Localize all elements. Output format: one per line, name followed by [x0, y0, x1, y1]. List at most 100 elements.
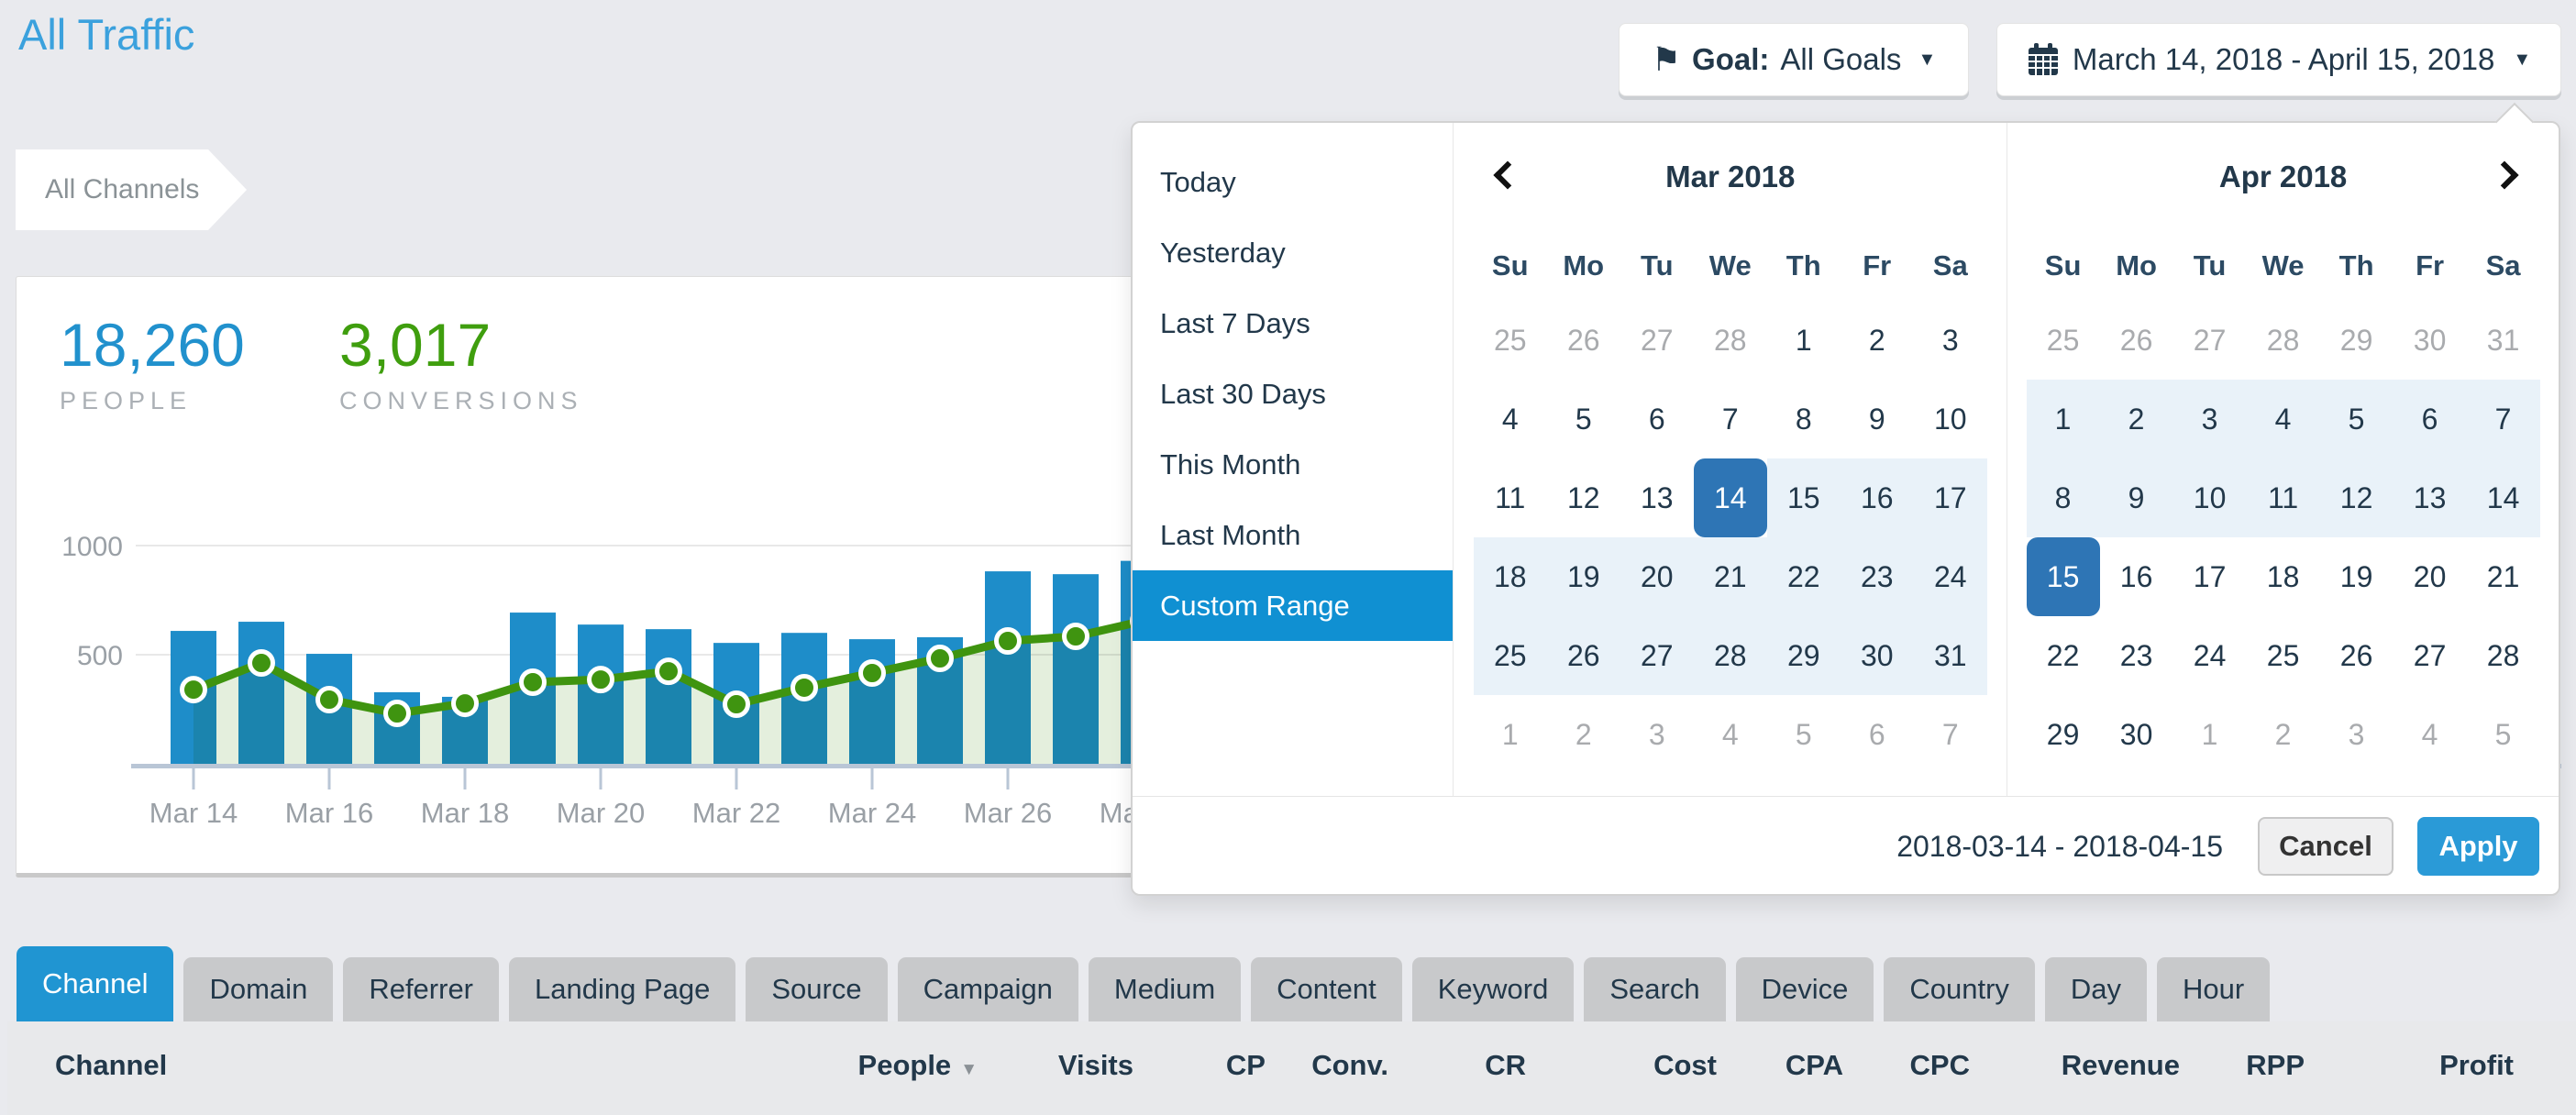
day-cell[interactable]: 13	[2394, 458, 2467, 537]
day-cell[interactable]: 7	[1914, 695, 1987, 774]
tab-source[interactable]: Source	[746, 957, 887, 1021]
day-cell[interactable]: 28	[2467, 616, 2540, 695]
day-cell[interactable]: 1	[2173, 695, 2247, 774]
day-cell[interactable]: 5	[2467, 695, 2540, 774]
day-cell[interactable]: 1	[2027, 380, 2100, 458]
day-cell[interactable]: 2	[1841, 301, 1914, 380]
day-cell[interactable]: 3	[2173, 380, 2247, 458]
day-cell[interactable]: 9	[2100, 458, 2173, 537]
day-cell[interactable]: 5	[2320, 380, 2394, 458]
day-cell[interactable]: 31	[1914, 616, 1987, 695]
tab-landing-page[interactable]: Landing Page	[509, 957, 735, 1021]
day-cell[interactable]: 28	[1694, 616, 1767, 695]
day-cell[interactable]: 21	[2467, 537, 2540, 616]
day-cell[interactable]: 11	[1474, 458, 1547, 537]
day-cell[interactable]: 11	[2247, 458, 2320, 537]
day-cell[interactable]: 7	[2467, 380, 2540, 458]
day-cell[interactable]: 1	[1474, 695, 1547, 774]
day-cell[interactable]: 3	[1620, 695, 1694, 774]
day-cell[interactable]: 30	[2394, 301, 2467, 380]
day-cell[interactable]: 26	[1547, 301, 1620, 380]
tab-device[interactable]: Device	[1736, 957, 1874, 1021]
preset-this-month[interactable]: This Month	[1133, 429, 1453, 500]
tab-campaign[interactable]: Campaign	[898, 957, 1078, 1021]
day-cell[interactable]: 24	[2173, 616, 2247, 695]
day-cell[interactable]: 27	[2173, 301, 2247, 380]
day-cell[interactable]: 29	[2320, 301, 2394, 380]
tab-channel[interactable]: Channel	[17, 946, 173, 1021]
preset-today[interactable]: Today	[1133, 147, 1453, 217]
day-cell[interactable]: 20	[2394, 537, 2467, 616]
day-cell[interactable]: 29	[2027, 695, 2100, 774]
day-cell[interactable]: 14	[1694, 458, 1767, 537]
goal-selector-button[interactable]: ⚑ Goal: All Goals ▼	[1619, 23, 1969, 96]
column-header-cpa[interactable]: CPA	[1786, 1049, 1843, 1082]
day-cell[interactable]: 8	[1767, 380, 1841, 458]
column-header-cr[interactable]: CR	[1485, 1049, 1526, 1082]
day-cell[interactable]: 18	[2247, 537, 2320, 616]
day-cell[interactable]: 4	[1474, 380, 1547, 458]
day-cell[interactable]: 4	[1694, 695, 1767, 774]
day-cell[interactable]: 20	[1620, 537, 1694, 616]
day-cell[interactable]: 17	[2173, 537, 2247, 616]
next-month-icon[interactable]	[2490, 160, 2518, 189]
preset-custom-range[interactable]: Custom Range	[1133, 570, 1453, 641]
tab-referrer[interactable]: Referrer	[343, 957, 499, 1021]
tab-domain[interactable]: Domain	[183, 957, 333, 1021]
tab-keyword[interactable]: Keyword	[1412, 957, 1575, 1021]
day-cell[interactable]: 28	[1694, 301, 1767, 380]
day-cell[interactable]: 27	[1620, 301, 1694, 380]
day-cell[interactable]: 29	[1767, 616, 1841, 695]
day-cell[interactable]: 14	[2467, 458, 2540, 537]
day-cell[interactable]: 24	[1914, 537, 1987, 616]
day-cell[interactable]: 2	[2100, 380, 2173, 458]
day-cell[interactable]: 22	[2027, 616, 2100, 695]
column-header-rpp[interactable]: RPP	[2246, 1049, 2305, 1082]
day-cell[interactable]: 2	[2247, 695, 2320, 774]
tab-hour[interactable]: Hour	[2157, 957, 2270, 1021]
day-cell[interactable]: 4	[2394, 695, 2467, 774]
tab-medium[interactable]: Medium	[1089, 957, 1241, 1021]
day-cell[interactable]: 23	[2100, 616, 2173, 695]
day-cell[interactable]: 12	[1547, 458, 1620, 537]
day-cell[interactable]: 27	[1620, 616, 1694, 695]
column-header-visits[interactable]: Visits	[1058, 1049, 1133, 1082]
apply-button[interactable]: Apply	[2417, 817, 2539, 876]
day-cell[interactable]: 25	[1474, 301, 1547, 380]
date-range-button[interactable]: March 14, 2018 - April 15, 2018 ▼	[1996, 23, 2561, 96]
day-cell[interactable]: 2	[1547, 695, 1620, 774]
day-cell[interactable]: 16	[1841, 458, 1914, 537]
column-header-revenue[interactable]: Revenue	[2062, 1049, 2180, 1082]
day-cell[interactable]: 16	[2100, 537, 2173, 616]
column-header-cp[interactable]: CP	[1226, 1049, 1266, 1082]
preset-last-7-days[interactable]: Last 7 Days	[1133, 288, 1453, 359]
day-cell[interactable]: 23	[1841, 537, 1914, 616]
day-cell[interactable]: 30	[1841, 616, 1914, 695]
day-cell[interactable]: 26	[1547, 616, 1620, 695]
day-cell[interactable]: 4	[2247, 380, 2320, 458]
day-cell[interactable]: 25	[1474, 616, 1547, 695]
day-cell[interactable]: 1	[1767, 301, 1841, 380]
prev-month-icon[interactable]	[1494, 160, 1522, 189]
tab-country[interactable]: Country	[1884, 957, 2035, 1021]
tab-content[interactable]: Content	[1251, 957, 1402, 1021]
day-cell[interactable]: 5	[1767, 695, 1841, 774]
day-cell[interactable]: 9	[1841, 380, 1914, 458]
column-header-people[interactable]: People▼	[858, 1049, 978, 1082]
day-cell[interactable]: 28	[2247, 301, 2320, 380]
day-cell[interactable]: 15	[1767, 458, 1841, 537]
column-header-cpc[interactable]: CPC	[1910, 1049, 1970, 1082]
tab-search[interactable]: Search	[1584, 957, 1725, 1021]
day-cell[interactable]: 13	[1620, 458, 1694, 537]
day-cell[interactable]: 26	[2100, 301, 2173, 380]
day-cell[interactable]: 10	[2173, 458, 2247, 537]
day-cell[interactable]: 17	[1914, 458, 1987, 537]
day-cell[interactable]: 18	[1474, 537, 1547, 616]
day-cell[interactable]: 6	[2394, 380, 2467, 458]
day-cell[interactable]: 31	[2467, 301, 2540, 380]
day-cell[interactable]: 25	[2247, 616, 2320, 695]
day-cell[interactable]: 30	[2100, 695, 2173, 774]
day-cell[interactable]: 19	[2320, 537, 2394, 616]
day-cell[interactable]: 3	[2320, 695, 2394, 774]
column-header-profit[interactable]: Profit	[2439, 1049, 2514, 1082]
